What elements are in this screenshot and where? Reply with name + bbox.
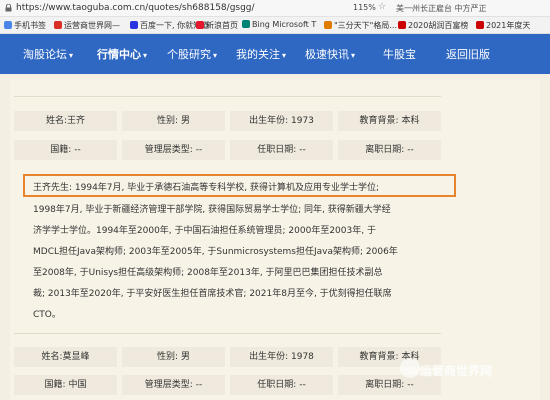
chevron-down-icon: ▾	[143, 51, 148, 60]
manager-name: 姓名:王齐	[14, 111, 117, 131]
nav-item-my-follows[interactable]: 我的关注 ▾	[236, 46, 286, 62]
manager-type: 管理层类型: --	[122, 140, 225, 160]
manager-nationality: 国籍: --	[14, 140, 117, 160]
bio-line: CTO。	[33, 310, 61, 320]
nav-item-stock-research[interactable]: 个股研究 ▾	[167, 46, 217, 62]
folder-icon	[4, 21, 12, 29]
bookmark-item[interactable]: 新浪首页	[196, 20, 238, 31]
bookmarks-bar: 手机书签 运营商世界网— 百度一下, 你就知道 新浪首页 Bing Micros…	[0, 17, 550, 34]
nav-item-flash-news[interactable]: 极速快讯 ▾	[305, 46, 355, 62]
bio-line: 济学学士学位。1994年至2000年, 于中国石油担任系统管理员; 2000年至…	[33, 226, 376, 236]
nav-item-back-to-old[interactable]: 返回旧版	[446, 46, 490, 62]
site-icon	[398, 21, 406, 29]
zoom-level[interactable]: 115%	[353, 3, 376, 12]
site-nav: 淘股论坛 ▾ 行情中心 ▾ 个股研究 ▾ 我的关注 ▾ 极速快讯 ▾ 牛股宝 返回旧版	[0, 34, 550, 74]
manager-gender: 性别: 男	[122, 111, 225, 131]
manager-name: 姓名:莫显峰	[14, 347, 117, 367]
manager-appoint-date: 任职日期: --	[230, 375, 333, 395]
lock-icon	[5, 4, 12, 12]
baidu-icon	[130, 21, 138, 29]
nav-item-forum[interactable]: 淘股论坛 ▾	[23, 46, 73, 62]
address-bar[interactable]: https://www.taoguba.com.cn/quotes/sh6881…	[0, 0, 550, 17]
manager-appoint-date: 任职日期: --	[230, 140, 333, 160]
bio-line: 1998年7月, 毕业于新疆经济管理干部学院, 获得国际贸易学士学位; 同年, …	[33, 205, 391, 215]
chevron-down-icon: ▾	[213, 51, 218, 60]
bio-line: MDCL担任Java架构师; 2003年至2005年, 于Sunmicrosys…	[33, 247, 398, 257]
bing-icon	[242, 20, 250, 28]
manager-nationality: 国籍: 中国	[14, 375, 117, 395]
bookmark-item[interactable]: 手机书签	[4, 20, 46, 31]
chevron-down-icon: ▾	[351, 51, 356, 60]
watermark-logo-icon	[400, 358, 420, 378]
manager-birth-year: 出生年份: 1978	[230, 347, 333, 367]
manager-leave-date: 离职日期: --	[338, 140, 441, 160]
bookmark-item[interactable]: 2020胡润百富榜	[398, 20, 468, 31]
manager-education: 教育背景: 本科	[338, 111, 441, 131]
bookmark-item[interactable]: "三分天下"格局...	[324, 20, 397, 31]
site-icon	[476, 21, 484, 29]
bio-line: 裁; 2013年至2020年, 于平安好医生担任首席技术官; 2021年8月至今…	[33, 289, 392, 299]
manager-gender: 性别: 男	[122, 347, 225, 367]
chevron-down-icon: ▾	[69, 51, 74, 60]
manager-type: 管理层类型: --	[122, 375, 225, 395]
divider	[14, 333, 441, 334]
divider	[14, 96, 441, 97]
chevron-down-icon: ▾	[282, 51, 287, 60]
search-suggestion[interactable]: 美一州长正雇台 中方严正	[396, 3, 541, 14]
bio-line: 至2008年, 于Unisys担任高级架构师; 2008年至2013年, 于阿里…	[33, 268, 383, 278]
url-text[interactable]: https://www.taoguba.com.cn/quotes/sh6881…	[16, 3, 255, 13]
nav-item-market-center[interactable]: 行情中心 ▾	[97, 46, 147, 62]
sina-icon	[196, 21, 204, 29]
bookmark-item[interactable]: 运营商世界网—	[54, 20, 120, 31]
site-icon	[324, 21, 332, 29]
nav-item-niugubao[interactable]: 牛股宝	[383, 46, 416, 62]
site-icon	[54, 21, 62, 29]
bookmark-item[interactable]: Bing Microsoft T	[242, 20, 316, 29]
bookmark-item[interactable]: 2021年度天	[476, 20, 530, 31]
highlight-box	[23, 174, 456, 197]
manager-birth-year: 出生年份: 1973	[230, 111, 333, 131]
favorite-star-icon[interactable]: ☆	[378, 2, 386, 12]
watermark: 运营商世界网	[420, 364, 493, 378]
